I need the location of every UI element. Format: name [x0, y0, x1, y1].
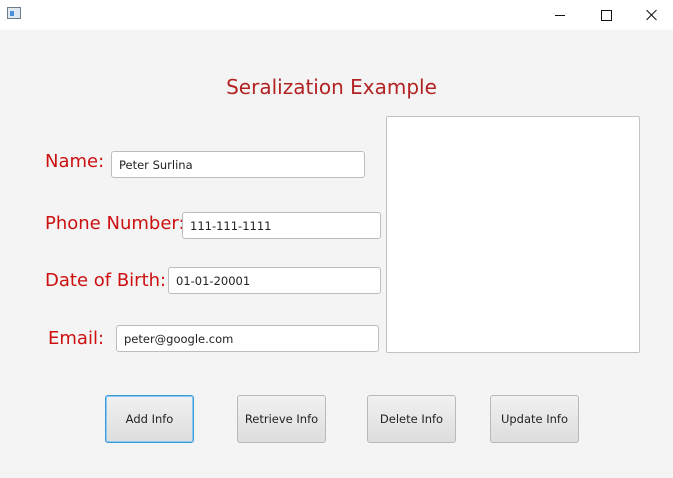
minimize-icon [555, 14, 565, 16]
output-textarea[interactable] [386, 116, 640, 353]
email-field[interactable] [116, 325, 379, 352]
dob-field[interactable] [168, 267, 381, 294]
maximize-button[interactable] [583, 0, 629, 30]
app-window-icon [7, 7, 21, 19]
close-icon [646, 9, 658, 21]
dob-label: Date of Birth: [45, 270, 167, 291]
retrieve-info-button[interactable]: Retrieve Info [237, 395, 326, 443]
page-title: Seralization Example [226, 75, 437, 99]
update-info-button[interactable]: Update Info [490, 395, 579, 443]
email-label: Email: [48, 328, 105, 349]
add-info-button[interactable]: Add Info [105, 395, 194, 443]
name-label: Name: [45, 151, 105, 172]
phone-label: Phone Number: [45, 213, 185, 234]
close-button[interactable] [629, 0, 673, 30]
phone-field[interactable] [182, 212, 381, 239]
name-field[interactable] [111, 151, 365, 178]
title-bar [0, 0, 673, 30]
delete-info-button[interactable]: Delete Info [367, 395, 456, 443]
minimize-button[interactable] [537, 0, 583, 30]
maximize-icon [600, 9, 612, 21]
